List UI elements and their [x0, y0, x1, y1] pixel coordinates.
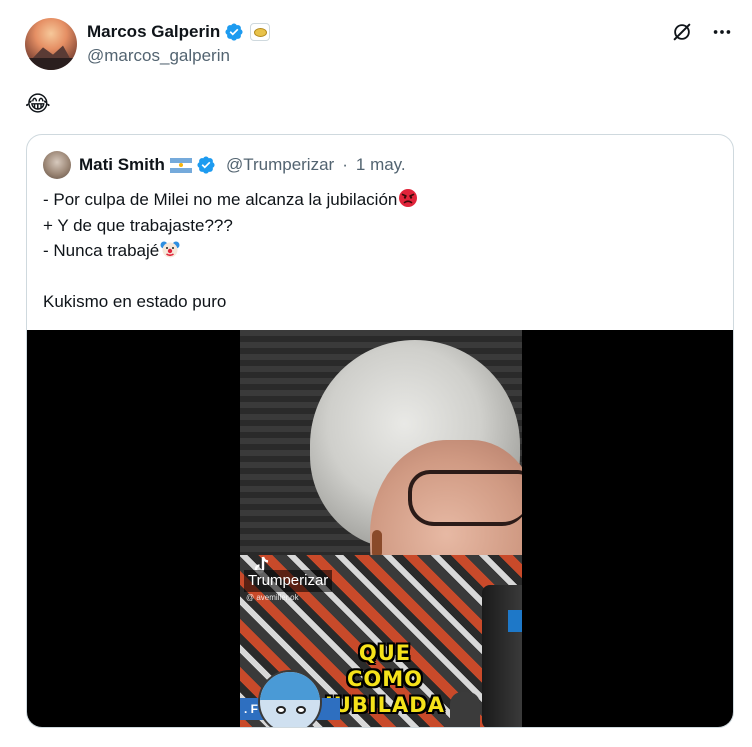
watermark-name: Trumperizar: [244, 570, 333, 592]
argentina-flag-icon: [169, 157, 192, 173]
watermark-sub: @ avemiller.ok: [246, 593, 299, 602]
author-name-row: Marcos Galperin: [87, 20, 271, 44]
verified-badge-icon[interactable]: [224, 22, 244, 42]
video-player[interactable]: Trumperizar @ avemiller.ok QUE COMO JUBI…: [27, 330, 733, 727]
quoted-line: [43, 264, 418, 290]
grok-icon[interactable]: [670, 20, 694, 44]
quoted-author-avatar[interactable]: [43, 151, 71, 179]
more-options-icon[interactable]: [710, 20, 734, 44]
quoted-text: - Por culpa de Milei no me alcanza la ju…: [43, 187, 418, 315]
quoted-line: + Y de que trabajaste???: [43, 215, 233, 235]
mascot-sticker: [258, 670, 322, 727]
tweet-text: 😂: [25, 91, 51, 116]
quoted-line: - Por culpa de Milei no me alcanza la ju…: [43, 187, 418, 213]
glasses: [408, 470, 522, 526]
separator-dot: ·: [342, 155, 348, 174]
microphone: [482, 585, 522, 727]
author-display-name[interactable]: Marcos Galperin: [87, 22, 220, 42]
quoted-header: Mati Smith @Trumperizar · 1 may.: [43, 151, 406, 179]
tweet: Marcos Galperin @marcos_galperin 😂 Mati …: [0, 0, 752, 747]
quoted-line: - Nunca trabajé: [43, 238, 418, 264]
author-avatar[interactable]: [25, 18, 77, 70]
quoted-display-name[interactable]: Mati Smith: [79, 155, 165, 175]
quoted-line: Kukismo en estado puro: [43, 292, 227, 311]
affiliate-badge-icon[interactable]: [250, 23, 271, 41]
quoted-date[interactable]: 1 may.: [356, 155, 406, 175]
quoted-tweet[interactable]: Mati Smith @Trumperizar · 1 may. - Por c…: [26, 134, 734, 728]
clown-face-icon: [160, 239, 180, 259]
angry-face-icon: [398, 188, 418, 208]
quoted-handle[interactable]: @Trumperizar: [226, 155, 334, 175]
author-handle[interactable]: @marcos_galperin: [87, 46, 230, 66]
tweet-actions: [670, 20, 734, 44]
quoted-verified-badge-icon[interactable]: [196, 155, 216, 175]
video-frame: Trumperizar @ avemiller.ok QUE COMO JUBI…: [240, 330, 522, 727]
